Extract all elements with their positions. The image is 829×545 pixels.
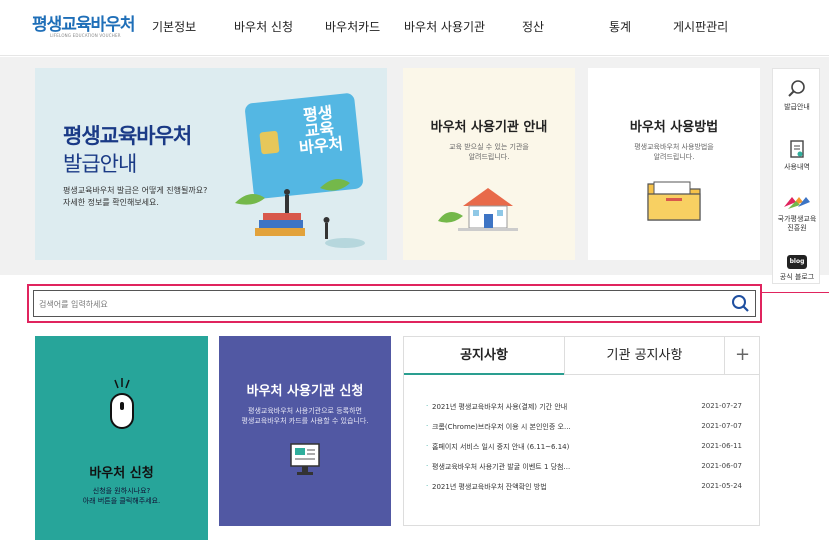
list-bullet: · [426,402,429,410]
voucher-apply-card[interactable]: 바우처 신청 신청을 원하시나요? 아래 버튼을 클릭해주세요. [35,336,208,540]
quick-menu-label: 발급안내 [784,103,810,111]
nile-logo-icon [784,197,810,209]
list-bullet: · [426,422,429,430]
list-bullet: · [426,462,429,470]
quick-menu-label: 공식 블로그 [779,273,815,281]
banner-title: 평생교육바우처 [63,124,192,148]
nav-item-basic-info[interactable]: 기본정보 [152,18,196,35]
banner-subtitle: 발급안내 [63,152,137,176]
notice-date: 2021-07-07 [701,422,742,430]
card-desc-2: 알려드립니다. [468,153,510,161]
notice-title: 2021년 평생교육바우처 사용(결제) 기간 안내 [432,403,568,411]
institution-apply-title: 바우처 사용기관 신청 [246,384,364,399]
institution-apply-card[interactable]: 바우처 사용기관 신청 평생교육바우처 사용기관으로 등록하면 평생교육바우처 … [219,336,391,526]
document-icon [790,140,804,158]
institutions-guide-card[interactable]: 바우처 사용기관 안내 교육 받으실 수 있는 기관을 알려드립니다. [403,68,575,260]
search-bar [33,290,756,317]
banner-desc-2: 자세한 정보를 확인해보세요. [63,198,159,207]
more-notices-button[interactable]: + [724,337,760,375]
nav-item-voucher-apply[interactable]: 바우처 신청 [234,18,293,35]
search-icon [788,80,805,97]
card-desc-1: 교육 받으실 수 있는 기관을 [449,143,529,151]
nav-item-voucher-card[interactable]: 바우처카드 [325,18,380,35]
voucher-apply-desc-1: 신청을 원하시나요? [92,487,151,495]
list-bullet: · [426,482,429,490]
blog-icon: blog [787,255,807,269]
card-desc-1: 평생교육바우처 사용방법을 [634,143,714,151]
nav-item-settlement[interactable]: 정산 [522,18,544,35]
monitor-icon [290,443,320,475]
folder-icon [647,181,701,221]
notice-row[interactable]: · 홈페이지 서비스 일시 중지 안내 (6.11~6.14) 2021-06-… [426,442,742,456]
notice-row[interactable]: · 크롬(Chrome)브라우저 이용 시 본인인증 오... 2021-07-… [426,422,742,436]
notice-date: 2021-07-27 [701,402,742,410]
main-nav: 기본정보 바우처 신청 바우처카드 바우처 사용기관 정산 통계 게시판관리 [0,0,829,56]
banner-desc-1: 평생교육바우처 발급은 어떻게 진행될까요? [63,186,208,195]
quick-menu-label: 사용내역 [784,163,810,171]
institution-apply-desc-2: 평생교육바우처 카드를 사용할 수 있습니다. [241,417,369,425]
quick-menu-issue-guide[interactable]: 발급안내 [773,79,821,112]
mouse-click-icon [110,378,134,429]
voucher-apply-title: 바우처 신청 [89,466,154,481]
quick-menu-usage-history[interactable]: 사용내역 [773,139,821,172]
voucher-issue-guide-banner[interactable]: 평생교육바우처 발급안내 평생교육바우처 발급은 어떻게 진행될까요? 자세한 … [35,68,387,260]
tab-notices[interactable]: 공지사항 [404,337,564,375]
institution-apply-desc-1: 평생교육바우처 사용기관으로 등록하면 [248,407,362,415]
card-illustration-text: 평생 교육 바우처 [298,102,345,158]
card-title: 바우처 사용방법 [629,120,719,135]
notice-title: 홈페이지 서비스 일시 중지 안내 (6.11~6.14) [432,443,570,451]
tab-institution-notices[interactable]: 기관 공지사항 [564,337,724,375]
notice-date: 2021-06-07 [701,462,742,470]
notice-title: 2021년 평생교육바우처 잔액확인 방법 [432,483,547,491]
notice-row[interactable]: · 평생교육바우처 사용기관 발굴 이벤트 1 당첨... 2021-06-07 [426,462,742,476]
quick-menu-blog[interactable]: blog 공식 블로그 [773,255,821,282]
notice-title: 평생교육바우처 사용기관 발굴 이벤트 1 당첨... [432,463,571,471]
card-chip-icon [259,130,280,155]
search-input[interactable] [39,296,719,312]
books-people-illustration [235,179,365,248]
search-highlight-box [27,284,762,323]
nav-item-board-admin[interactable]: 게시판관리 [673,18,728,35]
quick-menu-label: 국가평생교육 진흥원 [777,215,817,232]
notice-row[interactable]: · 2021년 평생교육바우처 사용(결제) 기간 안내 2021-07-27 [426,402,742,416]
notice-row[interactable]: · 2021년 평생교육바우처 잔액확인 방법 2021-05-24 [426,482,742,496]
notice-date: 2021-06-11 [701,442,742,450]
nav-item-statistics[interactable]: 통계 [609,18,631,35]
school-building-icon [438,188,518,231]
list-bullet: · [426,442,429,450]
notice-title: 크롬(Chrome)브라우저 이용 시 본인인증 오... [432,423,571,431]
quick-menu-sidebar: 발급안내 사용내역 국가평생교육 진흥원 blog 공식 블로그 [772,68,820,284]
quick-menu-nile[interactable]: 국가평생교육 진흥원 [773,193,821,233]
card-desc-2: 알려드립니다. [653,153,695,161]
card-title: 바우처 사용기관 안내 [430,120,548,135]
usage-guide-card[interactable]: 바우처 사용방법 평생교육바우처 사용방법을 알려드립니다. [588,68,760,260]
header: 평생교육바우처 LIFELONG EDUCATION VOUCHER 기본정보 … [0,0,829,56]
notice-board: 공지사항 기관 공지사항 + · 2021년 평생교육바우처 사용(결제) 기간… [403,336,760,526]
search-button[interactable] [731,294,751,314]
notice-date: 2021-05-24 [701,482,742,490]
annotation-callout-line [762,292,829,293]
voucher-apply-desc-2: 아래 버튼을 클릭해주세요. [82,497,161,505]
search-icon [732,295,749,312]
nav-item-institutions[interactable]: 바우처 사용기관 [404,18,485,35]
